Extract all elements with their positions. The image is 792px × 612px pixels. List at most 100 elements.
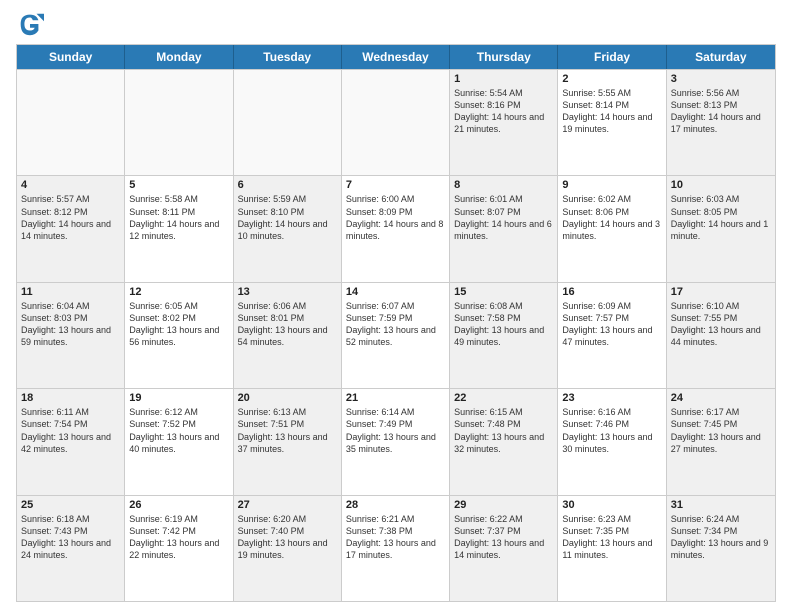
cell-info: Sunrise: 6:21 AMSunset: 7:38 PMDaylight:…	[346, 513, 445, 562]
day-header-friday: Friday	[558, 45, 666, 69]
cell-info: Sunrise: 6:06 AMSunset: 8:01 PMDaylight:…	[238, 300, 337, 349]
cell-info: Sunrise: 5:59 AMSunset: 8:10 PMDaylight:…	[238, 193, 337, 242]
day-number: 24	[671, 392, 771, 404]
calendar-cell: 16Sunrise: 6:09 AMSunset: 7:57 PMDayligh…	[558, 283, 666, 388]
cell-info: Sunrise: 6:16 AMSunset: 7:46 PMDaylight:…	[562, 406, 661, 455]
calendar-cell: 13 Sunrise: 6:06 AMSunset: 8:01 PMDayligh…	[234, 283, 342, 388]
cell-info: Sunrise: 6:24 AMSunset: 7:34 PMDaylight:…	[671, 513, 771, 562]
cell-info: Sunrise: 6:12 AMSunset: 7:52 PMDaylight:…	[129, 406, 228, 455]
day-number: 9	[562, 179, 661, 191]
calendar-page: SundayMondayTuesdayWednesdayThursdayFrid…	[0, 0, 792, 612]
calendar-cell	[342, 70, 450, 175]
cell-info: Sunrise: 6:10 AMSunset: 7:55 PMDaylight:…	[671, 300, 771, 349]
cell-info: Sunrise: 6:11 AMSunset: 7:54 PMDaylight:…	[21, 406, 120, 455]
cell-info: Sunrise: 6:20 AMSunset: 7:40 PMDaylight:…	[238, 513, 337, 562]
header	[16, 10, 776, 38]
day-number: 16	[562, 286, 661, 298]
calendar-cell: 30 Sunrise: 6:23 AMSunset: 7:35 PMDayligh…	[558, 496, 666, 601]
day-header-sunday: Sunday	[17, 45, 125, 69]
calendar-cell: 11 Sunrise: 6:04 AMSunset: 8:03 PMDayligh…	[17, 283, 125, 388]
day-number: 14	[346, 286, 445, 298]
calendar-cell: 20 Sunrise: 6:13 AMSunset: 7:51 PMDayligh…	[234, 389, 342, 494]
cell-info: Sunrise: 6:13 AMSunset: 7:51 PMDaylight:…	[238, 406, 337, 455]
calendar-cell: 7Sunrise: 6:00 AMSunset: 8:09 PMDaylight…	[342, 176, 450, 281]
calendar-cell	[17, 70, 125, 175]
day-number: 18	[21, 392, 120, 404]
calendar-cell: 1 Sunrise: 5:54 AMSunset: 8:16 PMDaylight…	[450, 70, 558, 175]
day-header-tuesday: Tuesday	[234, 45, 342, 69]
day-number: 15	[454, 286, 553, 298]
day-number: 17	[671, 286, 771, 298]
calendar-header: SundayMondayTuesdayWednesdayThursdayFrid…	[17, 45, 775, 69]
calendar-body: 1 Sunrise: 5:54 AMSunset: 8:16 PMDaylight…	[17, 69, 775, 601]
cell-info: Sunrise: 6:01 AMSunset: 8:07 PMDaylight:…	[454, 193, 553, 242]
cell-info: Sunrise: 5:57 AMSunset: 8:12 PMDaylight:…	[21, 193, 120, 242]
calendar-cell: 19Sunrise: 6:12 AMSunset: 7:52 PMDayligh…	[125, 389, 233, 494]
logo-icon	[16, 10, 44, 38]
day-number: 11	[21, 286, 120, 298]
calendar: SundayMondayTuesdayWednesdayThursdayFrid…	[16, 44, 776, 602]
cell-info: Sunrise: 6:22 AMSunset: 7:37 PMDaylight:…	[454, 513, 553, 562]
day-number: 2	[562, 73, 661, 85]
day-number: 30	[562, 499, 661, 511]
calendar-cell: 31Sunrise: 6:24 AMSunset: 7:34 PMDayligh…	[667, 496, 775, 601]
day-number: 23	[562, 392, 661, 404]
calendar-cell: 14 Sunrise: 6:07 AMSunset: 7:59 PMDayligh…	[342, 283, 450, 388]
calendar-week-2: 4 Sunrise: 5:57 AMSunset: 8:12 PMDaylight…	[17, 175, 775, 281]
day-header-monday: Monday	[125, 45, 233, 69]
day-number: 26	[129, 499, 228, 511]
calendar-cell: 21Sunrise: 6:14 AMSunset: 7:49 PMDayligh…	[342, 389, 450, 494]
day-number: 5	[129, 179, 228, 191]
day-number: 29	[454, 499, 553, 511]
cell-info: Sunrise: 6:08 AMSunset: 7:58 PMDaylight:…	[454, 300, 553, 349]
day-number: 28	[346, 499, 445, 511]
day-header-wednesday: Wednesday	[342, 45, 450, 69]
cell-info: Sunrise: 6:07 AMSunset: 7:59 PMDaylight:…	[346, 300, 445, 349]
calendar-cell: 18 Sunrise: 6:11 AMSunset: 7:54 PMDayligh…	[17, 389, 125, 494]
cell-info: Sunrise: 6:23 AMSunset: 7:35 PMDaylight:…	[562, 513, 661, 562]
day-number: 10	[671, 179, 771, 191]
calendar-cell	[234, 70, 342, 175]
calendar-cell: 27Sunrise: 6:20 AMSunset: 7:40 PMDayligh…	[234, 496, 342, 601]
day-number: 25	[21, 499, 120, 511]
cell-info: Sunrise: 6:02 AMSunset: 8:06 PMDaylight:…	[562, 193, 661, 242]
calendar-cell: 15 Sunrise: 6:08 AMSunset: 7:58 PMDayligh…	[450, 283, 558, 388]
day-header-saturday: Saturday	[667, 45, 775, 69]
calendar-cell: 10Sunrise: 6:03 AMSunset: 8:05 PMDayligh…	[667, 176, 775, 281]
day-number: 20	[238, 392, 337, 404]
cell-info: Sunrise: 6:14 AMSunset: 7:49 PMDaylight:…	[346, 406, 445, 455]
calendar-cell: 9 Sunrise: 6:02 AMSunset: 8:06 PMDaylight…	[558, 176, 666, 281]
cell-info: Sunrise: 5:56 AMSunset: 8:13 PMDaylight:…	[671, 87, 771, 136]
cell-info: Sunrise: 6:19 AMSunset: 7:42 PMDaylight:…	[129, 513, 228, 562]
calendar-cell: 29 Sunrise: 6:22 AMSunset: 7:37 PMDayligh…	[450, 496, 558, 601]
calendar-cell: 12 Sunrise: 6:05 AMSunset: 8:02 PMDayligh…	[125, 283, 233, 388]
cell-info: Sunrise: 6:18 AMSunset: 7:43 PMDaylight:…	[21, 513, 120, 562]
cell-info: Sunrise: 6:04 AMSunset: 8:03 PMDaylight:…	[21, 300, 120, 349]
calendar-cell	[125, 70, 233, 175]
cell-info: Sunrise: 6:05 AMSunset: 8:02 PMDaylight:…	[129, 300, 228, 349]
calendar-week-5: 25 Sunrise: 6:18 AMSunset: 7:43 PMDayligh…	[17, 495, 775, 601]
day-number: 13	[238, 286, 337, 298]
day-number: 7	[346, 179, 445, 191]
day-number: 12	[129, 286, 228, 298]
day-number: 4	[21, 179, 120, 191]
cell-info: Sunrise: 6:17 AMSunset: 7:45 PMDaylight:…	[671, 406, 771, 455]
calendar-week-4: 18 Sunrise: 6:11 AMSunset: 7:54 PMDayligh…	[17, 388, 775, 494]
cell-info: Sunrise: 5:54 AMSunset: 8:16 PMDaylight:…	[454, 87, 553, 136]
calendar-cell: 28 Sunrise: 6:21 AMSunset: 7:38 PMDayligh…	[342, 496, 450, 601]
calendar-cell: 3Sunrise: 5:56 AMSunset: 8:13 PMDaylight…	[667, 70, 775, 175]
cell-info: Sunrise: 6:15 AMSunset: 7:48 PMDaylight:…	[454, 406, 553, 455]
logo	[16, 10, 48, 38]
day-number: 22	[454, 392, 553, 404]
calendar-week-3: 11 Sunrise: 6:04 AMSunset: 8:03 PMDayligh…	[17, 282, 775, 388]
cell-info: Sunrise: 5:55 AMSunset: 8:14 PMDaylight:…	[562, 87, 661, 136]
day-number: 1	[454, 73, 553, 85]
day-number: 6	[238, 179, 337, 191]
calendar-cell: 4 Sunrise: 5:57 AMSunset: 8:12 PMDaylight…	[17, 176, 125, 281]
cell-info: Sunrise: 5:58 AMSunset: 8:11 PMDaylight:…	[129, 193, 228, 242]
calendar-cell: 5 Sunrise: 5:58 AMSunset: 8:11 PMDaylight…	[125, 176, 233, 281]
calendar-week-1: 1 Sunrise: 5:54 AMSunset: 8:16 PMDaylight…	[17, 69, 775, 175]
calendar-cell: 8Sunrise: 6:01 AMSunset: 8:07 PMDaylight…	[450, 176, 558, 281]
calendar-cell: 24 Sunrise: 6:17 AMSunset: 7:45 PMDayligh…	[667, 389, 775, 494]
calendar-cell: 6 Sunrise: 5:59 AMSunset: 8:10 PMDaylight…	[234, 176, 342, 281]
